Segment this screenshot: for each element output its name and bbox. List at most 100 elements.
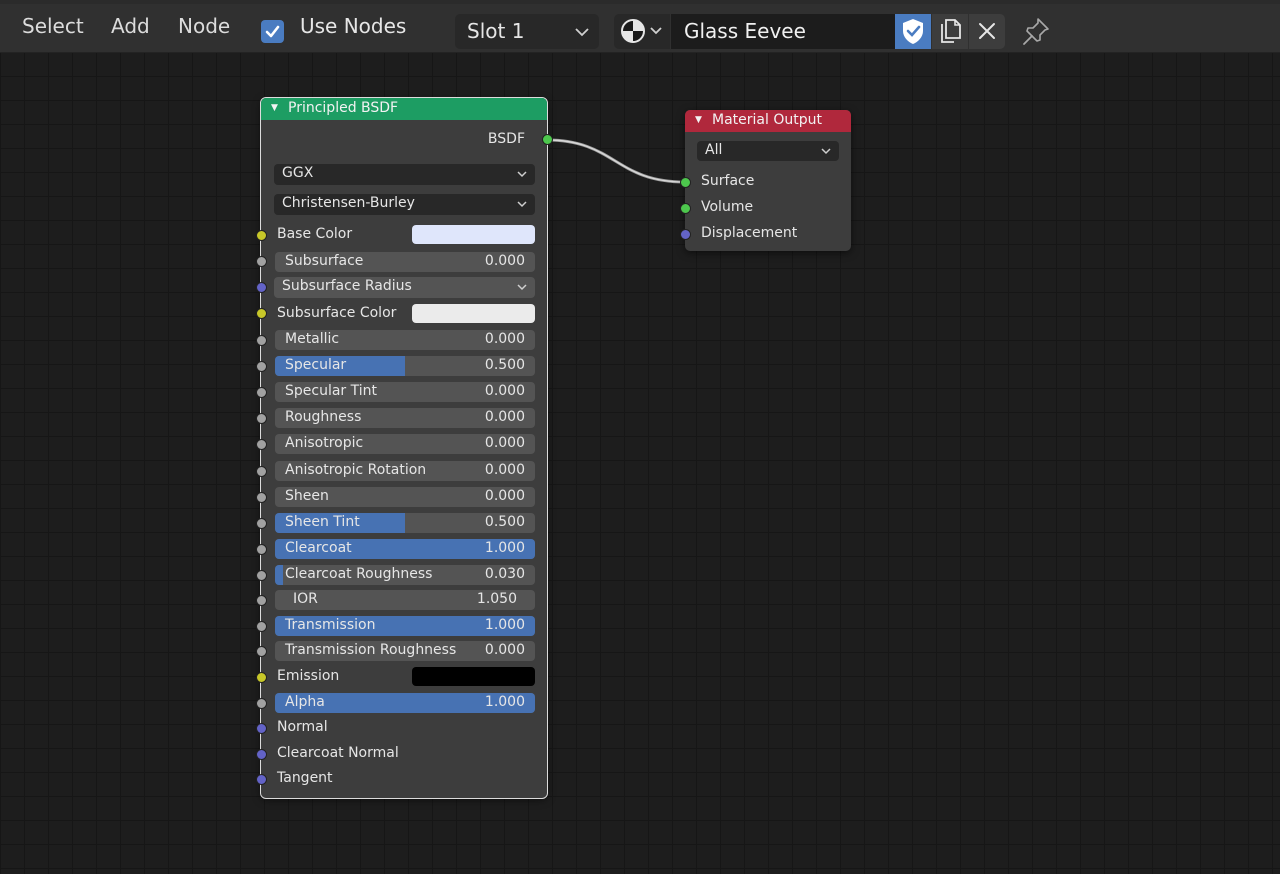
slider-value: 0.030 xyxy=(484,566,525,582)
normal-socket[interactable] xyxy=(256,723,267,734)
sheen-tint-slider[interactable]: Sheen Tint 0.500 xyxy=(275,513,535,533)
slider-label: Specular Tint xyxy=(285,383,378,399)
anisotropic-rotation-socket[interactable] xyxy=(256,466,267,477)
specular-tint-slider[interactable]: Specular Tint 0.000 xyxy=(275,382,535,402)
output-node-title: Material Output xyxy=(712,112,822,128)
alpha-socket[interactable] xyxy=(256,698,267,709)
slider-value: 0.000 xyxy=(484,409,525,425)
clearcoat-normal-label: Clearcoat Normal xyxy=(277,745,399,761)
transmission-roughness-slider[interactable]: Transmission Roughness 0.000 xyxy=(275,641,535,661)
slider-label: Specular xyxy=(285,357,347,373)
slider-fill xyxy=(275,565,283,585)
transmission-slider[interactable]: Transmission 1.000 xyxy=(275,616,535,636)
anisotropic-slider[interactable]: Anisotropic 0.000 xyxy=(275,434,535,454)
alpha-slider[interactable]: Alpha 1.000 xyxy=(275,693,535,713)
tangent-socket[interactable] xyxy=(256,774,267,785)
distribution-value: GGX xyxy=(282,165,314,181)
subsurface-slider[interactable]: Subsurface 0.000 xyxy=(275,252,535,272)
base-color-label: Base Color xyxy=(277,226,353,242)
base-color-socket[interactable] xyxy=(256,230,267,241)
slider-value: 0.000 xyxy=(484,383,525,399)
emission-socket[interactable] xyxy=(256,672,267,683)
metallic-slider[interactable]: Metallic 0.000 xyxy=(275,330,535,350)
slider-label: Transmission Roughness xyxy=(285,642,457,658)
transmission-socket[interactable] xyxy=(256,621,267,632)
collapse-triangle-icon[interactable]: ▼ xyxy=(271,103,278,113)
subsurface-radius-dropdown[interactable]: Subsurface Radius xyxy=(274,277,535,298)
ior-field[interactable]: IOR 1.050 xyxy=(275,590,535,610)
slider-label: Anisotropic Rotation xyxy=(285,462,427,478)
slider-value: 0.500 xyxy=(484,357,525,373)
slider-value: 0.000 xyxy=(484,253,525,269)
slider-value: 1.000 xyxy=(484,540,525,556)
anisotropic-rotation-slider[interactable]: Anisotropic Rotation 0.000 xyxy=(275,461,535,481)
chevron-down-icon xyxy=(821,148,831,155)
subsurface-method-dropdown[interactable]: Christensen-Burley xyxy=(274,194,535,215)
output-target-value: All xyxy=(705,142,723,158)
slider-value: 1.000 xyxy=(484,694,525,710)
bsdf-node-header[interactable]: ▼ Principled BSDF xyxy=(261,98,547,120)
slider-label: Alpha xyxy=(285,694,325,710)
subsurface-radius-label: Subsurface Radius xyxy=(282,278,412,294)
transmission-roughness-socket[interactable] xyxy=(256,646,267,657)
slider-value: 0.000 xyxy=(484,331,525,347)
emission-color-swatch[interactable] xyxy=(412,667,535,686)
sheen-slider[interactable]: Sheen 0.000 xyxy=(275,487,535,507)
clearcoat-slider[interactable]: Clearcoat 1.000 xyxy=(275,539,535,559)
bsdf-output-socket[interactable] xyxy=(542,134,553,145)
principled-bsdf-node[interactable]: ▼ Principled BSDF BSDF GGX Christensen-B… xyxy=(256,97,553,799)
subsurface-color-swatch[interactable] xyxy=(412,304,535,323)
clearcoat-roughness-slider[interactable]: Clearcoat Roughness 0.030 xyxy=(275,565,535,585)
slider-label: Anisotropic xyxy=(285,435,364,451)
slider-label: Clearcoat Roughness xyxy=(285,566,433,582)
slider-label: Clearcoat xyxy=(285,540,352,556)
slider-label: Metallic xyxy=(285,331,340,347)
chevron-down-icon xyxy=(517,171,527,178)
output-target-dropdown[interactable]: All xyxy=(697,141,839,161)
slider-value: 0.000 xyxy=(484,462,525,478)
clearcoat-socket[interactable] xyxy=(256,544,267,555)
ior-socket[interactable] xyxy=(256,595,267,606)
metallic-socket[interactable] xyxy=(256,335,267,346)
bsdf-node-title: Principled BSDF xyxy=(288,100,399,116)
normal-label: Normal xyxy=(277,719,328,735)
roughness-socket[interactable] xyxy=(256,413,267,424)
specular-tint-socket[interactable] xyxy=(256,387,267,398)
surface-socket[interactable] xyxy=(680,177,691,188)
roughness-slider[interactable]: Roughness 0.000 xyxy=(275,408,535,428)
collapse-triangle-icon[interactable]: ▼ xyxy=(695,115,702,125)
slider-value: 1.000 xyxy=(484,617,525,633)
slider-label: Transmission xyxy=(285,617,376,633)
tangent-label: Tangent xyxy=(277,770,333,786)
node-links-layer xyxy=(546,138,686,184)
sheen-tint-socket[interactable] xyxy=(256,518,267,529)
distribution-dropdown[interactable]: GGX xyxy=(274,164,535,185)
subsurface-radius-socket[interactable] xyxy=(256,282,267,293)
base-color-swatch[interactable] xyxy=(412,225,535,244)
sheen-socket[interactable] xyxy=(256,492,267,503)
slider-label: Roughness xyxy=(285,409,362,425)
ior-value: 1.050 xyxy=(476,591,517,607)
clearcoat-normal-socket[interactable] xyxy=(256,749,267,760)
subsurface-color-label: Subsurface Color xyxy=(277,305,397,321)
material-output-node[interactable]: ▼ Material Output All Surface Volume Dis… xyxy=(680,110,851,251)
displacement-socket[interactable] xyxy=(680,229,691,240)
chevron-down-icon xyxy=(517,284,527,291)
output-node-header[interactable]: ▼ Material Output xyxy=(685,110,851,132)
bsdf-output-label: BSDF xyxy=(487,131,525,147)
ior-label: IOR xyxy=(293,591,318,607)
slider-label: Sheen Tint xyxy=(285,514,360,530)
displacement-label: Displacement xyxy=(701,225,798,241)
specular-slider[interactable]: Specular 0.500 xyxy=(275,356,535,376)
slider-value: 0.000 xyxy=(484,435,525,451)
slider-value: 0.500 xyxy=(484,514,525,530)
subsurface-socket[interactable] xyxy=(256,256,267,267)
volume-label: Volume xyxy=(701,199,754,215)
volume-socket[interactable] xyxy=(680,203,691,214)
anisotropic-socket[interactable] xyxy=(256,439,267,450)
slider-value: 0.000 xyxy=(484,642,525,658)
clearcoat-roughness-socket[interactable] xyxy=(256,570,267,581)
subsurface-color-socket[interactable] xyxy=(256,308,267,319)
slider-label: Sheen xyxy=(285,488,329,504)
specular-socket[interactable] xyxy=(256,361,267,372)
